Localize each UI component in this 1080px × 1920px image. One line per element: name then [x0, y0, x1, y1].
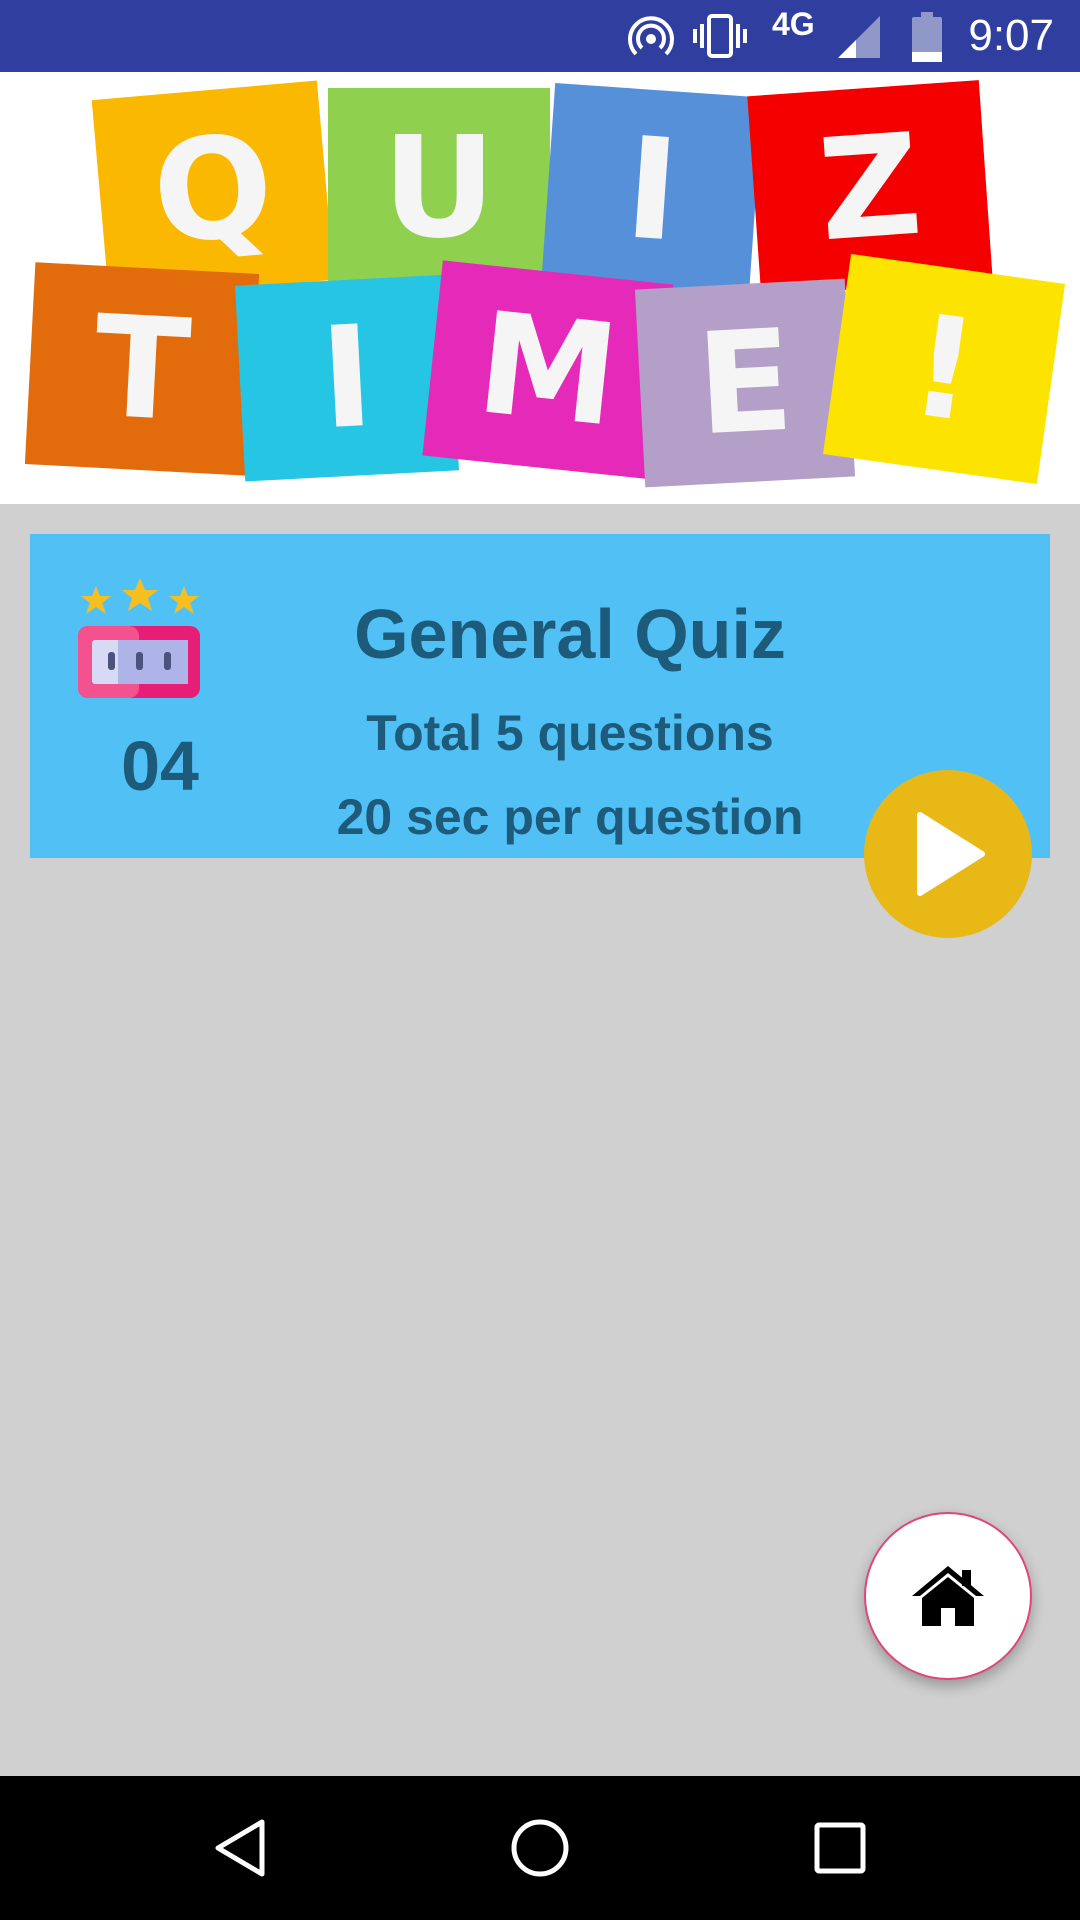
- home-button[interactable]: [864, 1512, 1032, 1680]
- banner-letter: E: [692, 299, 798, 467]
- banner-letter: M: [470, 281, 626, 459]
- banner-tile-i: I: [541, 82, 763, 298]
- score-board-icon: [78, 578, 200, 698]
- home-circle-icon: [511, 1819, 569, 1877]
- nav-back-button[interactable]: [198, 1806, 282, 1890]
- home-icon: [912, 1566, 984, 1626]
- quiz-title: General Quiz: [354, 595, 786, 673]
- banner-letter: U: [382, 106, 496, 270]
- nav-home-button[interactable]: [498, 1806, 582, 1890]
- recents-icon: [814, 1822, 866, 1874]
- banner-letter: I: [316, 295, 378, 461]
- status-bar: 4G 9:07: [0, 0, 1080, 72]
- score-count: 04: [121, 727, 199, 805]
- navigation-bar: [0, 1776, 1080, 1920]
- banner-tile-e: E: [634, 278, 856, 488]
- banner-letter: T: [90, 285, 194, 453]
- banner-letter: Z: [813, 103, 927, 273]
- signal-icon: [838, 16, 880, 58]
- hotspot-icon: [628, 16, 674, 56]
- nav-recents-button[interactable]: [798, 1806, 882, 1890]
- banner-tile-u: U: [328, 88, 550, 288]
- banner-tile-t: T: [24, 262, 260, 476]
- banner-tile-exclamation: !: [822, 253, 1066, 485]
- question-count-text: Total 5 questions: [366, 705, 774, 761]
- play-icon: [917, 812, 985, 896]
- banner-letter: Q: [146, 103, 280, 277]
- vibrate-icon: [693, 14, 747, 58]
- back-icon: [215, 1819, 265, 1877]
- banner-letter: I: [620, 106, 684, 274]
- time-per-question-text: 20 sec per question: [336, 789, 804, 845]
- quiz-time-banner: Q U I Z T I M E !: [0, 72, 1080, 504]
- network-type-label: 4G: [772, 6, 815, 42]
- play-button[interactable]: [864, 770, 1032, 938]
- status-time: 9:07: [968, 11, 1054, 60]
- battery-icon: [912, 12, 942, 62]
- banner-letter: !: [901, 283, 987, 455]
